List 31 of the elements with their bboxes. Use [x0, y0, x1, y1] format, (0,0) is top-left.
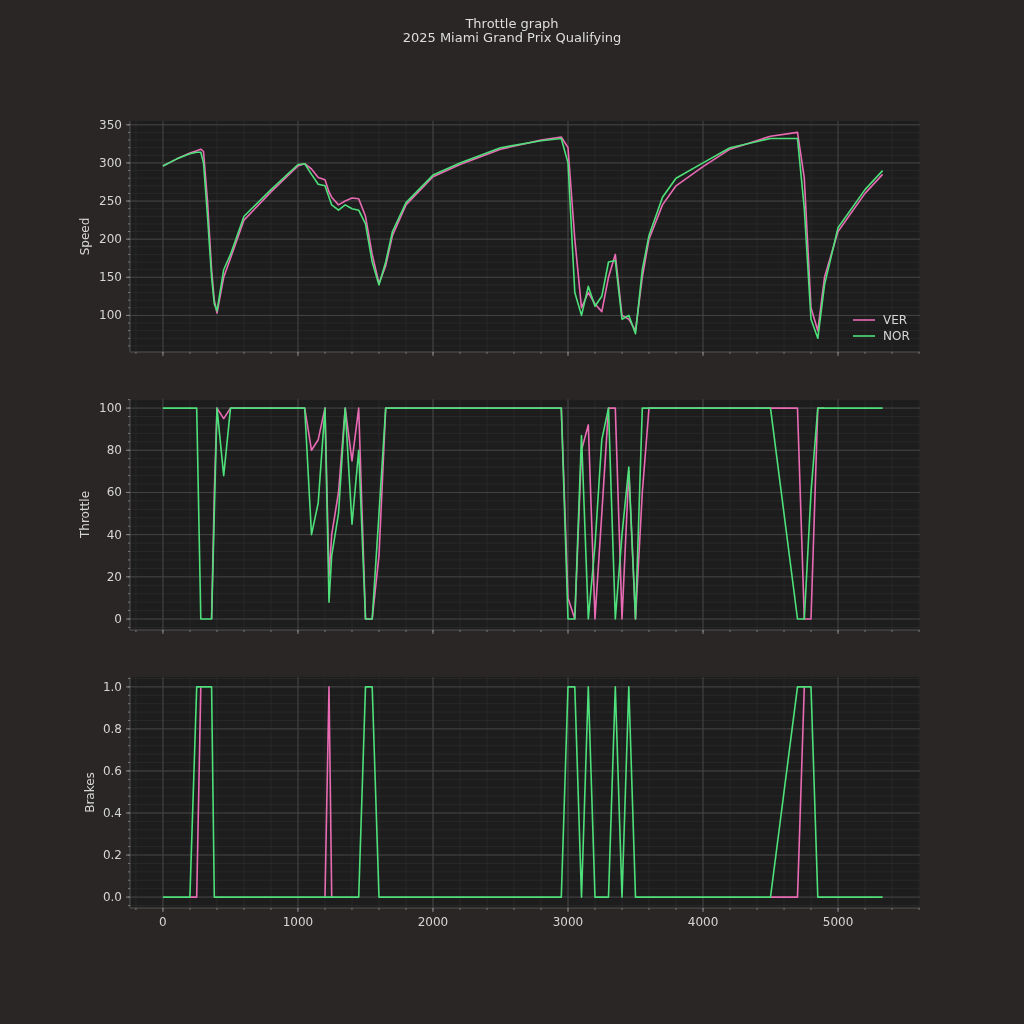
tick-label: 4000	[687, 915, 719, 929]
tick-label: 250	[99, 194, 122, 209]
tick-label: 80	[106, 443, 122, 458]
legend-label: NOR	[883, 329, 910, 343]
tick-label: 0	[114, 612, 122, 627]
tick-label: 0.8	[102, 721, 122, 736]
tick-label: 0.2	[102, 848, 122, 863]
tick-label: 350	[99, 117, 122, 132]
tick-label: 0.0	[102, 890, 122, 905]
tick-label: 0.6	[102, 763, 122, 778]
tick-label: 1000	[282, 915, 314, 929]
chart-title: Throttle graph	[465, 17, 559, 31]
axis-label: Brakes	[83, 772, 97, 813]
chart-subtitle: 2025 Miami Grand Prix Qualifying	[402, 31, 622, 45]
tick-label: 2000	[417, 915, 449, 929]
legend-label: VER	[883, 313, 908, 327]
tick-label: 100	[99, 308, 122, 323]
tick-label: 40	[106, 527, 122, 542]
tick-label: 0.4	[102, 806, 122, 820]
tick-label: 60	[106, 485, 122, 500]
axis-label: Speed	[78, 217, 92, 256]
tick-label: 300	[99, 155, 122, 170]
tick-label: 0	[159, 915, 167, 929]
tick-label: 200	[99, 232, 122, 247]
tick-label: 20	[106, 569, 122, 584]
tick-label: 3000	[552, 915, 584, 929]
tick-label: 150	[99, 270, 122, 285]
tick-label: 5000	[822, 915, 854, 929]
axis-label: Throttle	[78, 490, 92, 539]
tick-label: 1.0	[102, 679, 122, 694]
tick-label: 100	[99, 401, 122, 416]
